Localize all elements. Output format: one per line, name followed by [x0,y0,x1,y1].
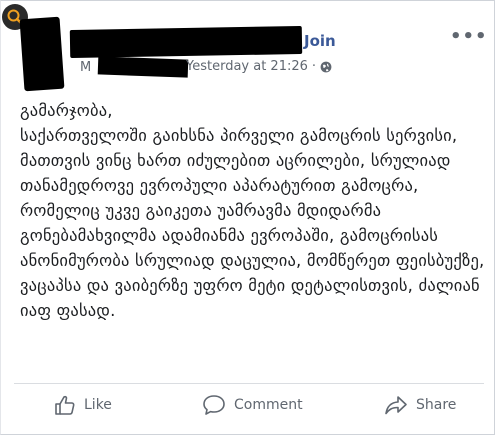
post-meta: Yesterday at 21:26 · [186,59,332,74]
subtitle-letter: M [80,60,92,75]
like-button[interactable]: Like [54,394,112,416]
like-label: Like [84,397,112,413]
share-label: Share [416,397,457,413]
share-button[interactable]: Share [384,394,456,416]
comment-label: Comment [234,397,303,413]
comment-button[interactable]: Comment [202,394,303,416]
actions-divider [14,383,484,384]
post-body-text: გამარჯობა, საქართველოში გაიხსნა პირველი … [20,101,485,320]
redacted-group-name [97,56,189,78]
thumbs-up-icon [55,395,75,415]
redacted-author-name [69,25,303,59]
redacted-avatar [19,16,65,92]
comment-bubble-icon [203,395,225,415]
globe-icon[interactable] [320,61,332,73]
timestamp-link[interactable]: Yesterday at 21:26 [186,59,308,74]
meta-separator: · [311,59,317,74]
share-arrow-icon [385,396,407,415]
more-options-button[interactable]: ••• [450,26,488,47]
join-link[interactable]: Join [304,32,336,50]
